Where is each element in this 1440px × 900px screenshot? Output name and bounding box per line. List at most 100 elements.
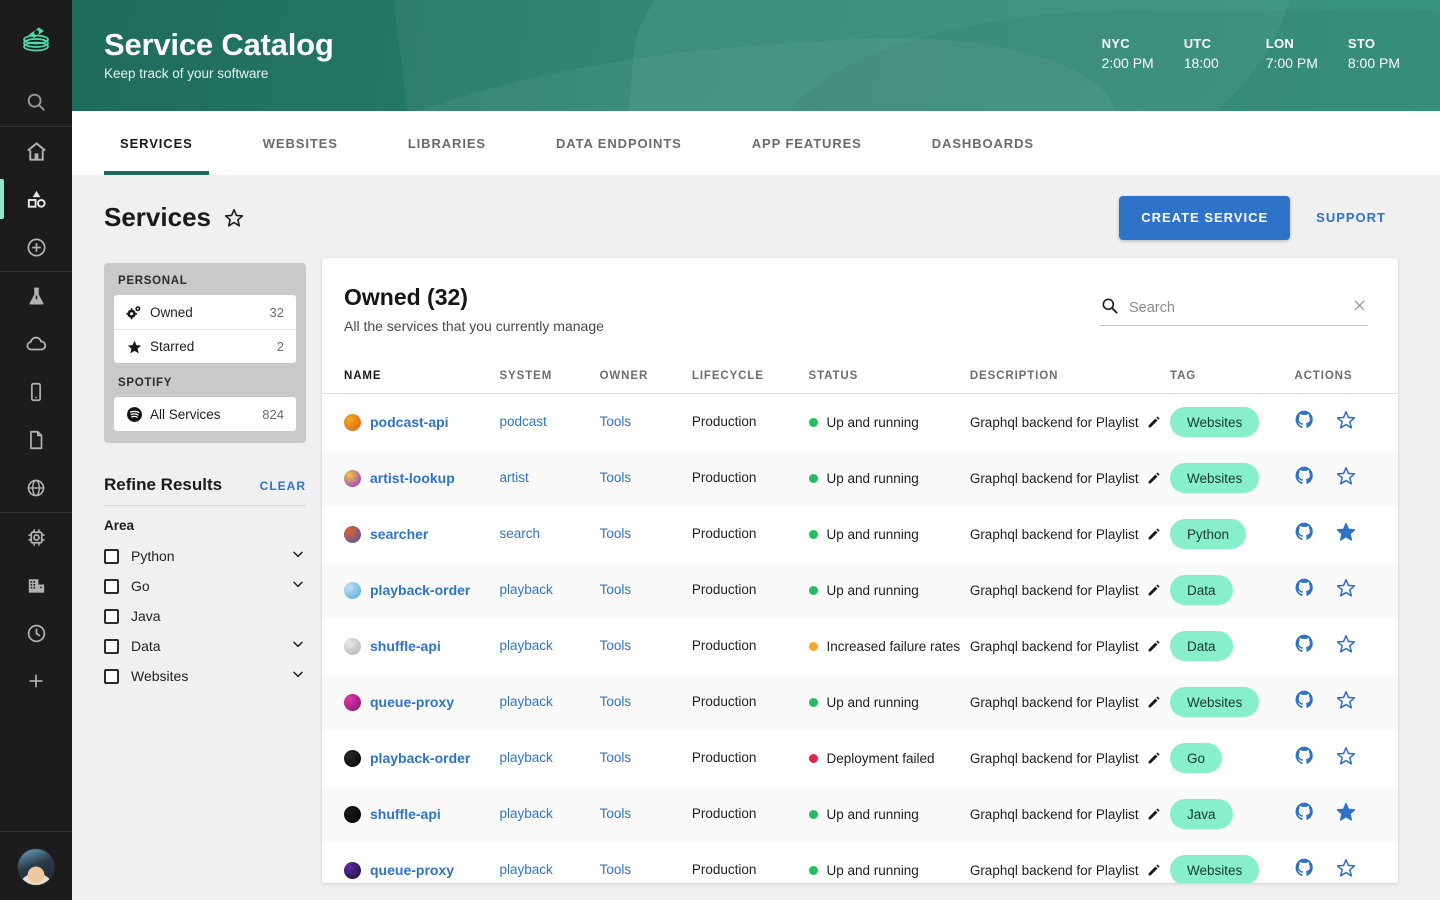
table-row[interactable]: podcast-api podcast Tools Production Up … — [322, 394, 1398, 450]
facet-java[interactable]: Java — [104, 601, 306, 631]
edit-pencil-icon[interactable] — [1147, 527, 1161, 541]
search-input[interactable] — [1129, 300, 1351, 316]
chevron-down-icon[interactable] — [290, 636, 306, 657]
tab-dashboards[interactable]: DASHBOARDS — [916, 111, 1050, 175]
owner-link[interactable]: Tools — [600, 470, 632, 485]
filter-item-starred[interactable]: Starred 2 — [114, 329, 296, 363]
support-button[interactable]: SUPPORT — [1302, 196, 1400, 240]
chevron-down-icon[interactable] — [290, 576, 306, 597]
star-outline-icon[interactable] — [1335, 857, 1357, 884]
owner-link[interactable]: Tools — [600, 414, 632, 429]
github-icon[interactable] — [1294, 465, 1315, 491]
tab-data-endpoints[interactable]: DATA ENDPOINTS — [540, 111, 698, 175]
facet-websites[interactable]: Websites — [104, 661, 306, 691]
sidebar-item-catalog[interactable] — [0, 175, 72, 223]
table-row[interactable]: playback-order playback Tools Production… — [322, 562, 1398, 618]
table-row[interactable]: queue-proxy playback Tools Production Up… — [322, 842, 1398, 883]
sidebar-item-new[interactable] — [0, 657, 72, 705]
checkbox[interactable] — [104, 638, 119, 654]
system-link[interactable]: artist — [499, 470, 528, 485]
sidebar-item-history[interactable] — [0, 609, 72, 657]
sidebar-item-organization[interactable] — [0, 561, 72, 609]
star-outline-icon[interactable] — [1335, 577, 1357, 604]
owner-link[interactable]: Tools — [600, 694, 632, 709]
service-name-link[interactable]: searcher — [370, 526, 428, 542]
tab-libraries[interactable]: LIBRARIES — [392, 111, 502, 175]
service-name-link[interactable]: artist-lookup — [370, 470, 455, 486]
clear-filters-button[interactable]: CLEAR — [260, 479, 306, 493]
owner-link[interactable]: Tools — [600, 862, 632, 877]
system-link[interactable]: playback — [499, 582, 552, 597]
service-name-link[interactable]: playback-order — [370, 582, 470, 598]
table-row[interactable]: playback-order playback Tools Production… — [322, 730, 1398, 786]
system-link[interactable]: playback — [499, 862, 552, 877]
star-outline-icon[interactable] — [223, 207, 245, 229]
system-link[interactable]: podcast — [499, 414, 546, 429]
system-link[interactable]: playback — [499, 750, 552, 765]
github-icon[interactable] — [1294, 689, 1315, 715]
star-filled-icon[interactable] — [1335, 801, 1357, 828]
checkbox[interactable] — [104, 548, 119, 564]
tab-app-features[interactable]: APP FEATURES — [736, 111, 878, 175]
service-name-link[interactable]: shuffle-api — [370, 638, 441, 654]
checkbox[interactable] — [104, 578, 119, 594]
github-icon[interactable] — [1294, 633, 1315, 659]
edit-pencil-icon[interactable] — [1147, 751, 1161, 765]
sidebar-item-search[interactable] — [0, 78, 72, 126]
system-link[interactable]: playback — [499, 694, 552, 709]
service-name-link[interactable]: queue-proxy — [370, 694, 454, 710]
facet-data[interactable]: Data — [104, 631, 306, 661]
tag-pill[interactable]: Websites — [1170, 687, 1260, 717]
facet-python[interactable]: Python — [104, 541, 306, 571]
table-row[interactable]: artist-lookup artist Tools Production Up… — [322, 450, 1398, 506]
owner-link[interactable]: Tools — [600, 638, 632, 653]
sidebar-item-experiments[interactable] — [0, 272, 72, 320]
service-name-link[interactable]: queue-proxy — [370, 862, 454, 878]
app-logo[interactable] — [0, 0, 72, 78]
github-icon[interactable] — [1294, 577, 1315, 603]
tag-pill[interactable]: Websites — [1170, 855, 1260, 883]
tag-pill[interactable]: Websites — [1170, 463, 1260, 493]
filter-item-all-services[interactable]: All Services 824 — [114, 397, 296, 431]
star-outline-icon[interactable] — [1335, 465, 1357, 492]
sidebar-item-home[interactable] — [0, 127, 72, 175]
owner-link[interactable]: Tools — [600, 582, 632, 597]
edit-pencil-icon[interactable] — [1147, 583, 1161, 597]
tag-pill[interactable]: Go — [1170, 743, 1223, 773]
tab-websites[interactable]: WEBSITES — [247, 111, 354, 175]
table-row[interactable]: searcher search Tools Production Up and … — [322, 506, 1398, 562]
edit-pencil-icon[interactable] — [1147, 639, 1161, 653]
table-row[interactable]: shuffle-api playback Tools Production In… — [322, 618, 1398, 674]
facet-go[interactable]: Go — [104, 571, 306, 601]
checkbox[interactable] — [104, 608, 119, 624]
sidebar-item-documents[interactable] — [0, 416, 72, 464]
checkbox[interactable] — [104, 668, 119, 684]
system-link[interactable]: playback — [499, 806, 552, 821]
tab-services[interactable]: SERVICES — [104, 111, 209, 175]
close-icon[interactable] — [1351, 297, 1368, 319]
chevron-down-icon[interactable] — [290, 546, 306, 567]
github-icon[interactable] — [1294, 521, 1315, 547]
tag-pill[interactable]: Data — [1170, 631, 1233, 661]
avatar[interactable] — [17, 848, 55, 886]
system-link[interactable]: search — [499, 526, 540, 541]
system-link[interactable]: playback — [499, 638, 552, 653]
star-outline-icon[interactable] — [1335, 633, 1357, 660]
table-row[interactable]: queue-proxy playback Tools Production Up… — [322, 674, 1398, 730]
tag-pill[interactable]: Python — [1170, 519, 1247, 549]
owner-link[interactable]: Tools — [600, 806, 632, 821]
filter-item-owned[interactable]: Owned 32 — [114, 295, 296, 329]
service-name-link[interactable]: shuffle-api — [370, 806, 441, 822]
tag-pill[interactable]: Websites — [1170, 407, 1260, 437]
sidebar-item-hardware[interactable] — [0, 513, 72, 561]
table-row[interactable]: shuffle-api playback Tools Production Up… — [322, 786, 1398, 842]
edit-pencil-icon[interactable] — [1147, 863, 1161, 877]
sidebar-item-add[interactable] — [0, 223, 72, 271]
owner-link[interactable]: Tools — [600, 526, 632, 541]
edit-pencil-icon[interactable] — [1147, 807, 1161, 821]
owner-link[interactable]: Tools — [600, 750, 632, 765]
github-icon[interactable] — [1294, 801, 1315, 827]
edit-pencil-icon[interactable] — [1147, 471, 1161, 485]
star-filled-icon[interactable] — [1335, 521, 1357, 548]
tag-pill[interactable]: Java — [1170, 799, 1233, 829]
